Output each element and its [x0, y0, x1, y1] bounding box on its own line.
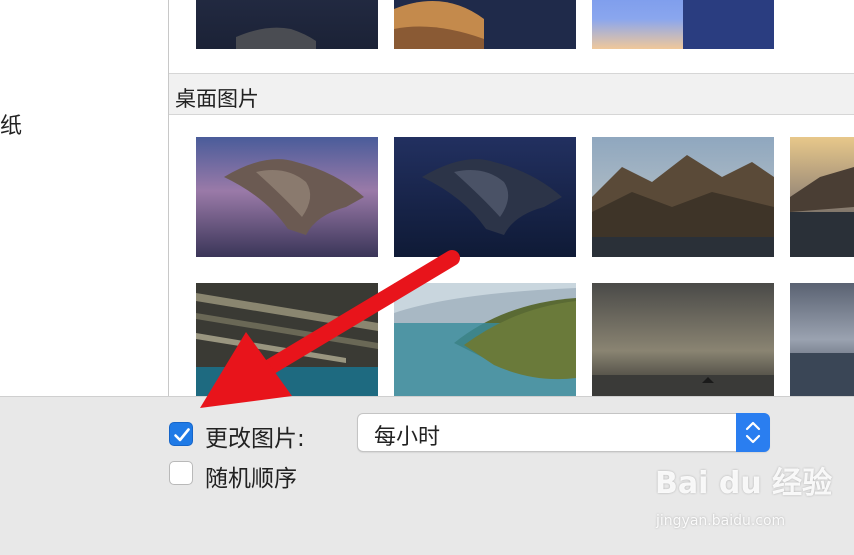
random-order-checkbox[interactable] — [169, 461, 193, 485]
wallpaper-thumbnail-catalina-sea-clouds[interactable] — [592, 283, 774, 396]
chevron-up-down-icon — [736, 413, 770, 452]
wallpaper-thumbnail-gradient-blue[interactable] — [592, 0, 774, 49]
random-order-label: 随机顺序 — [205, 466, 297, 492]
change-picture-checkbox[interactable] — [169, 422, 193, 446]
baidu-watermark: Bai du 经验 jingyan.baidu.com — [655, 458, 833, 529]
wallpaper-thumbnail-catalina-rock-strata[interactable] — [196, 283, 378, 396]
sidebar-item-wallpaper[interactable]: 纸 — [0, 108, 22, 140]
wallpaper-thumbnail-catalina-coast-partial[interactable] — [790, 137, 854, 257]
wallpaper-browser: 桌面图片 — [169, 0, 854, 396]
change-interval-value: 每小时 — [374, 425, 441, 450]
watermark-subtext: jingyan.baidu.com — [656, 513, 786, 529]
wallpaper-thumbnail-catalina-island-night[interactable] — [394, 137, 576, 257]
checkmark-icon — [174, 428, 190, 442]
wallpaper-thumbnail-catalina-sea-partial[interactable] — [790, 283, 854, 396]
watermark-text: Bai du 经验 — [655, 466, 833, 501]
sidebar: 纸 — [0, 0, 169, 396]
change-interval-select[interactable]: 每小时 — [357, 413, 770, 452]
wallpaper-thumbnail-mojave-dunes[interactable] — [394, 0, 576, 49]
wallpaper-thumbnail-catalina-green-coast[interactable] — [394, 283, 576, 396]
section-header-desktop-pictures: 桌面图片 — [169, 73, 854, 115]
change-picture-label: 更改图片: — [205, 426, 305, 452]
section-title: 桌面图片 — [175, 87, 259, 111]
wallpaper-thumbnail-catalina-night[interactable] — [196, 0, 378, 49]
wallpaper-thumbnail-catalina-mountains[interactable] — [592, 137, 774, 257]
wallpaper-thumbnail-catalina-island-dusk[interactable] — [196, 137, 378, 257]
